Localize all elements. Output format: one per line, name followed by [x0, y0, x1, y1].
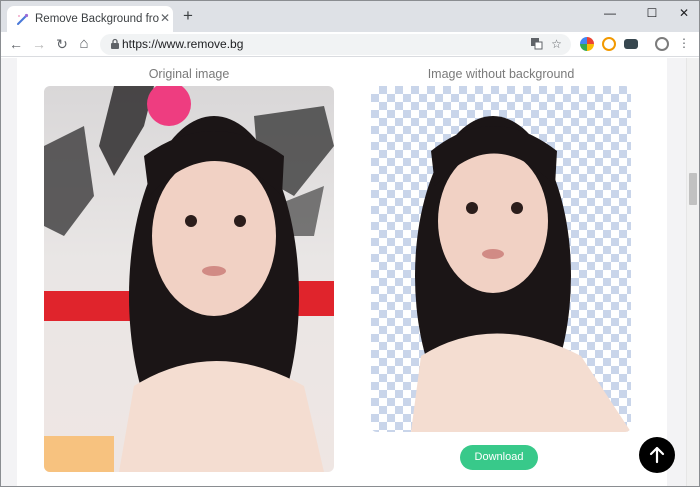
extension-chrome-icon[interactable]: [580, 37, 594, 51]
tab-remove-bg[interactable]: Remove Background from Ima ✕: [7, 6, 173, 32]
extension-orange-icon[interactable]: [602, 37, 616, 51]
address-bar[interactable]: https://www.remove.bg ☆: [100, 34, 571, 55]
minimize-icon[interactable]: —: [600, 6, 620, 20]
extension-screen-icon[interactable]: [624, 39, 638, 49]
reload-icon[interactable]: ↻: [54, 36, 70, 52]
scrollbar-thumb[interactable]: [689, 173, 697, 205]
arrow-up-icon: [649, 446, 665, 464]
maximize-icon[interactable]: ☐: [642, 6, 662, 20]
lock-icon: [111, 38, 119, 49]
translate-icon[interactable]: [529, 37, 544, 52]
tab-strip: Remove Background from Ima ✕ + — ☐ ✕: [1, 1, 699, 32]
forward-icon[interactable]: →: [31, 36, 47, 52]
original-image-title: Original image: [148, 67, 230, 81]
result-photo-illustration: [411, 116, 631, 432]
menu-dots-icon[interactable]: ⋮: [678, 36, 690, 51]
profile-avatar-icon[interactable]: [655, 37, 669, 51]
download-button[interactable]: Download: [460, 445, 538, 470]
new-tab-icon[interactable]: +: [180, 7, 196, 24]
scroll-to-top-button[interactable]: [639, 437, 675, 473]
background-removed-image: [371, 86, 631, 432]
window-close-icon[interactable]: ✕: [674, 6, 694, 20]
page-scrollbar[interactable]: [686, 58, 699, 486]
tab-title: Remove Background from Ima: [35, 13, 159, 25]
original-image: [44, 86, 334, 472]
tab-close-icon[interactable]: ✕: [158, 11, 172, 25]
bookmark-star-icon[interactable]: ☆: [549, 37, 564, 52]
original-photo-illustration: [44, 86, 334, 472]
page-viewport: Original image Image without background: [1, 58, 686, 486]
url-text: https://www.remove.bg: [122, 37, 244, 51]
comparison-section: Original image Image without background: [17, 58, 667, 486]
browser-window: Remove Background from Ima ✕ + — ☐ ✕ ← →…: [0, 0, 700, 487]
remove-bg-favicon-icon: [17, 13, 29, 25]
home-icon[interactable]: ⌂: [76, 36, 92, 52]
result-image-title: Image without background: [427, 67, 575, 81]
browser-toolbar: ← → ↻ ⌂ https://www.remove.bg ☆ ⋮: [1, 32, 699, 57]
back-icon[interactable]: ←: [8, 36, 24, 52]
